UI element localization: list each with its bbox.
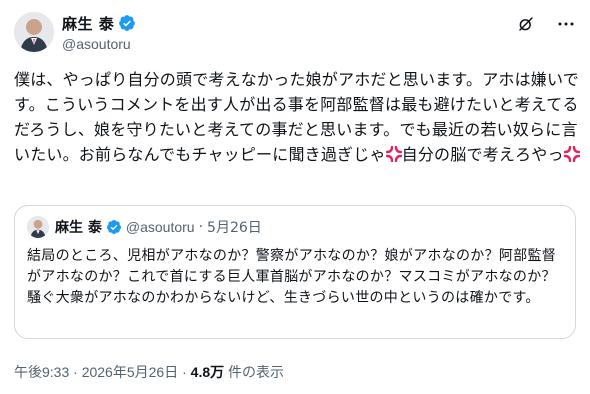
verified-badge-icon: [118, 14, 136, 32]
anger-symbol-icon: [385, 144, 402, 163]
views-label: 件の表示: [224, 364, 285, 380]
quoted-author-handle: @asoutoru: [125, 219, 195, 235]
top-actions: [516, 14, 576, 34]
author-handle[interactable]: @asoutoru: [62, 36, 136, 52]
quoted-tweet-text: 結局のところ、児相がアホなのか？警察がアホなのか？娘がアホなのか？阿部監督がアホ…: [27, 248, 557, 306]
avatar[interactable]: [14, 12, 54, 52]
quoted-tweet-header: 麻生 泰 @asoutoru · 5月26日: [27, 216, 262, 238]
quoted-tweet[interactable]: 麻生 泰 @asoutoru · 5月26日 結局のところ、児相がアホなのか？警…: [14, 205, 576, 339]
tweet-text: 僕は、やっぱり自分の頭で考えなかった娘がアホだと思います。アホは嫌いです。こうい…: [14, 67, 580, 167]
quoted-author-name: 麻生 泰: [55, 220, 102, 236]
separator-dot: ·: [178, 364, 191, 380]
separator-dot: ·: [198, 219, 204, 235]
author-name[interactable]: 麻生 泰: [62, 13, 114, 34]
tweet-date[interactable]: 2026年5月26日: [82, 364, 179, 380]
grok-icon[interactable]: [516, 14, 536, 34]
views-count[interactable]: 4.8万: [191, 364, 224, 380]
author-block: 麻生 泰 @asoutoru: [62, 13, 136, 52]
tweet-time[interactable]: 午後9:33: [14, 364, 69, 380]
more-icon[interactable]: [556, 14, 576, 34]
quoted-avatar: [27, 216, 49, 238]
separator-dot: ·: [69, 364, 82, 380]
anger-symbol-icon: [563, 144, 580, 163]
verified-badge-icon: [106, 219, 122, 235]
tweet-meta: 午後9:33 · 2026年5月26日 · 4.8万 件の表示: [14, 362, 284, 382]
tweet-text-part2: 自分の脳で考えろやっ: [401, 145, 564, 164]
quoted-date[interactable]: 5月26日: [207, 217, 262, 237]
